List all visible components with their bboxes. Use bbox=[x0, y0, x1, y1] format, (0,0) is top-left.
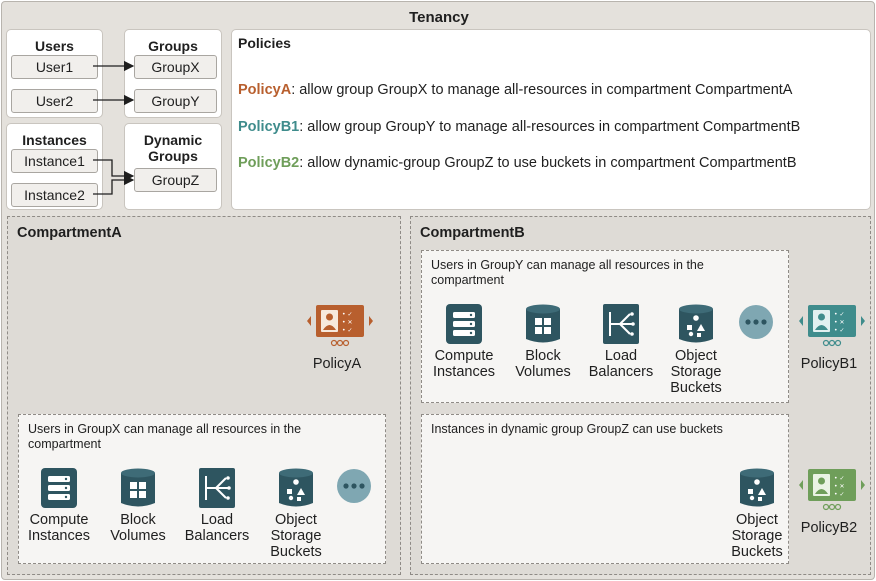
policy-a-node[interactable]: • ✓ • ✕ • ✓ PolicyA bbox=[304, 303, 373, 372]
service-label-line: Load bbox=[604, 348, 638, 364]
block-volume-icon bbox=[526, 304, 560, 343]
groupx-desc: Users in GroupX can manage all resources… bbox=[28, 422, 301, 452]
policy-b2-node[interactable]: • ✓ • ✕ • ✓ PolicyB2 bbox=[796, 467, 865, 536]
compartment-b: CompartmentB Users in GroupY can manage … bbox=[410, 216, 871, 575]
policy-b1-node[interactable]: • ✓ • ✕ • ✓ PolicyB1 bbox=[796, 303, 865, 372]
service-label-line: Balancers bbox=[588, 364, 654, 380]
svg-text:• ✓: • ✓ bbox=[834, 491, 844, 498]
compartment-a-title: CompartmentA bbox=[17, 225, 122, 241]
service-compute-a-label: Compute Instances bbox=[19, 512, 99, 544]
svg-text:• ✓: • ✓ bbox=[834, 327, 844, 334]
arrow-instance1-groupz bbox=[93, 159, 135, 182]
service-block-b-label: Block Volumes bbox=[503, 348, 583, 380]
compute-icon bbox=[41, 468, 77, 508]
service-label-line: Balancers bbox=[184, 528, 250, 544]
policy-icon: • ✓ • ✕ • ✓ bbox=[799, 469, 865, 511]
compute-icon bbox=[446, 304, 482, 344]
more-icon[interactable] bbox=[738, 304, 774, 340]
service-compute-b[interactable]: Compute Instances bbox=[424, 303, 504, 380]
service-lb-a-label: Load Balancers bbox=[177, 512, 257, 544]
policy-b1-label: PolicyB1 bbox=[800, 356, 858, 372]
service-storage-b[interactable]: Object Storage Buckets bbox=[656, 303, 736, 396]
groupx-desc-line2: compartment bbox=[28, 437, 101, 451]
service-label-line: Volumes bbox=[110, 528, 166, 544]
svg-text:• ✓: • ✓ bbox=[834, 311, 844, 318]
policy-b2-label: PolicyB2 bbox=[800, 520, 858, 536]
compartment-a: CompartmentA • ✓ • ✕ • ✓ PolicyA Users i… bbox=[7, 216, 401, 575]
service-label-line: Block bbox=[120, 512, 156, 528]
policy-a-label: PolicyA bbox=[312, 356, 362, 372]
service-compute-b-label: Compute Instances bbox=[424, 348, 504, 380]
object-storage-icon bbox=[279, 468, 313, 507]
service-label-line: Buckets bbox=[670, 380, 722, 396]
service-label-line: Object bbox=[736, 512, 778, 528]
object-storage-icon bbox=[679, 304, 713, 343]
groupz-desc: Instances in dynamic group GroupZ can us… bbox=[431, 422, 723, 437]
service-label-line: Instances bbox=[27, 528, 91, 544]
policy-icon: • ✓ • ✕ • ✓ bbox=[799, 305, 865, 347]
policy-icon: • ✓ • ✕ • ✓ bbox=[307, 305, 373, 347]
svg-text:• ✓: • ✓ bbox=[342, 327, 352, 334]
service-label-line: Buckets bbox=[270, 544, 322, 560]
arrow-instance2-groupz bbox=[93, 174, 135, 195]
service-label-line: Buckets bbox=[731, 544, 783, 560]
load-balancer-icon bbox=[199, 468, 235, 508]
service-block-b[interactable]: Block Volumes bbox=[503, 303, 583, 380]
more-icon[interactable] bbox=[336, 468, 372, 504]
service-lb-b[interactable]: Load Balancers bbox=[581, 303, 661, 380]
service-label-line: Storage bbox=[270, 528, 322, 544]
groupy-desc-line1: Users in GroupY can manage all resources… bbox=[431, 258, 704, 272]
service-label-line: Instances bbox=[432, 364, 496, 380]
service-label-line: Object bbox=[275, 512, 317, 528]
service-storage-z[interactable]: Object Storage Buckets bbox=[717, 467, 797, 560]
service-label-line: Compute bbox=[29, 512, 89, 528]
service-storage-b-label: Object Storage Buckets bbox=[656, 348, 736, 396]
service-label-line: Object bbox=[675, 348, 717, 364]
service-label-line: Volumes bbox=[515, 364, 571, 380]
groupz-desc-line1: Instances in dynamic group GroupZ can us… bbox=[431, 422, 723, 436]
service-label-line: Block bbox=[525, 348, 561, 364]
service-block-a-label: Block Volumes bbox=[98, 512, 178, 544]
compartment-b-title: CompartmentB bbox=[420, 225, 525, 241]
groupx-resources-box: Users in GroupX can manage all resources… bbox=[18, 414, 386, 564]
groupx-desc-line1: Users in GroupX can manage all resources… bbox=[28, 422, 302, 436]
service-storage-z-label: Object Storage Buckets bbox=[717, 512, 797, 560]
svg-text:• ✕: • ✕ bbox=[342, 319, 352, 326]
groupy-resources-box: Users in GroupY can manage all resources… bbox=[421, 250, 789, 403]
service-label-line: Storage bbox=[670, 364, 722, 380]
svg-text:• ✓: • ✓ bbox=[342, 311, 352, 318]
groupy-desc: Users in GroupY can manage all resources… bbox=[431, 258, 704, 288]
svg-text:• ✕: • ✕ bbox=[834, 319, 844, 326]
groupy-desc-line2: compartment bbox=[431, 273, 504, 287]
service-block-a[interactable]: Block Volumes bbox=[98, 467, 178, 544]
service-label-line: Load bbox=[200, 512, 234, 528]
service-storage-a[interactable]: Object Storage Buckets bbox=[256, 467, 336, 560]
service-compute-a[interactable]: Compute Instances bbox=[19, 467, 99, 544]
service-lb-b-label: Load Balancers bbox=[581, 348, 661, 380]
service-lb-a[interactable]: Load Balancers bbox=[177, 467, 257, 544]
load-balancer-icon bbox=[603, 304, 639, 344]
svg-text:• ✕: • ✕ bbox=[834, 483, 844, 490]
block-volume-icon bbox=[121, 468, 155, 507]
groupz-resources-box: Instances in dynamic group GroupZ can us… bbox=[421, 414, 789, 564]
service-label-line: Compute bbox=[434, 348, 494, 364]
service-label-line: Storage bbox=[731, 528, 783, 544]
service-storage-a-label: Object Storage Buckets bbox=[256, 512, 336, 560]
svg-text:• ✓: • ✓ bbox=[834, 475, 844, 482]
object-storage-icon bbox=[740, 468, 774, 507]
